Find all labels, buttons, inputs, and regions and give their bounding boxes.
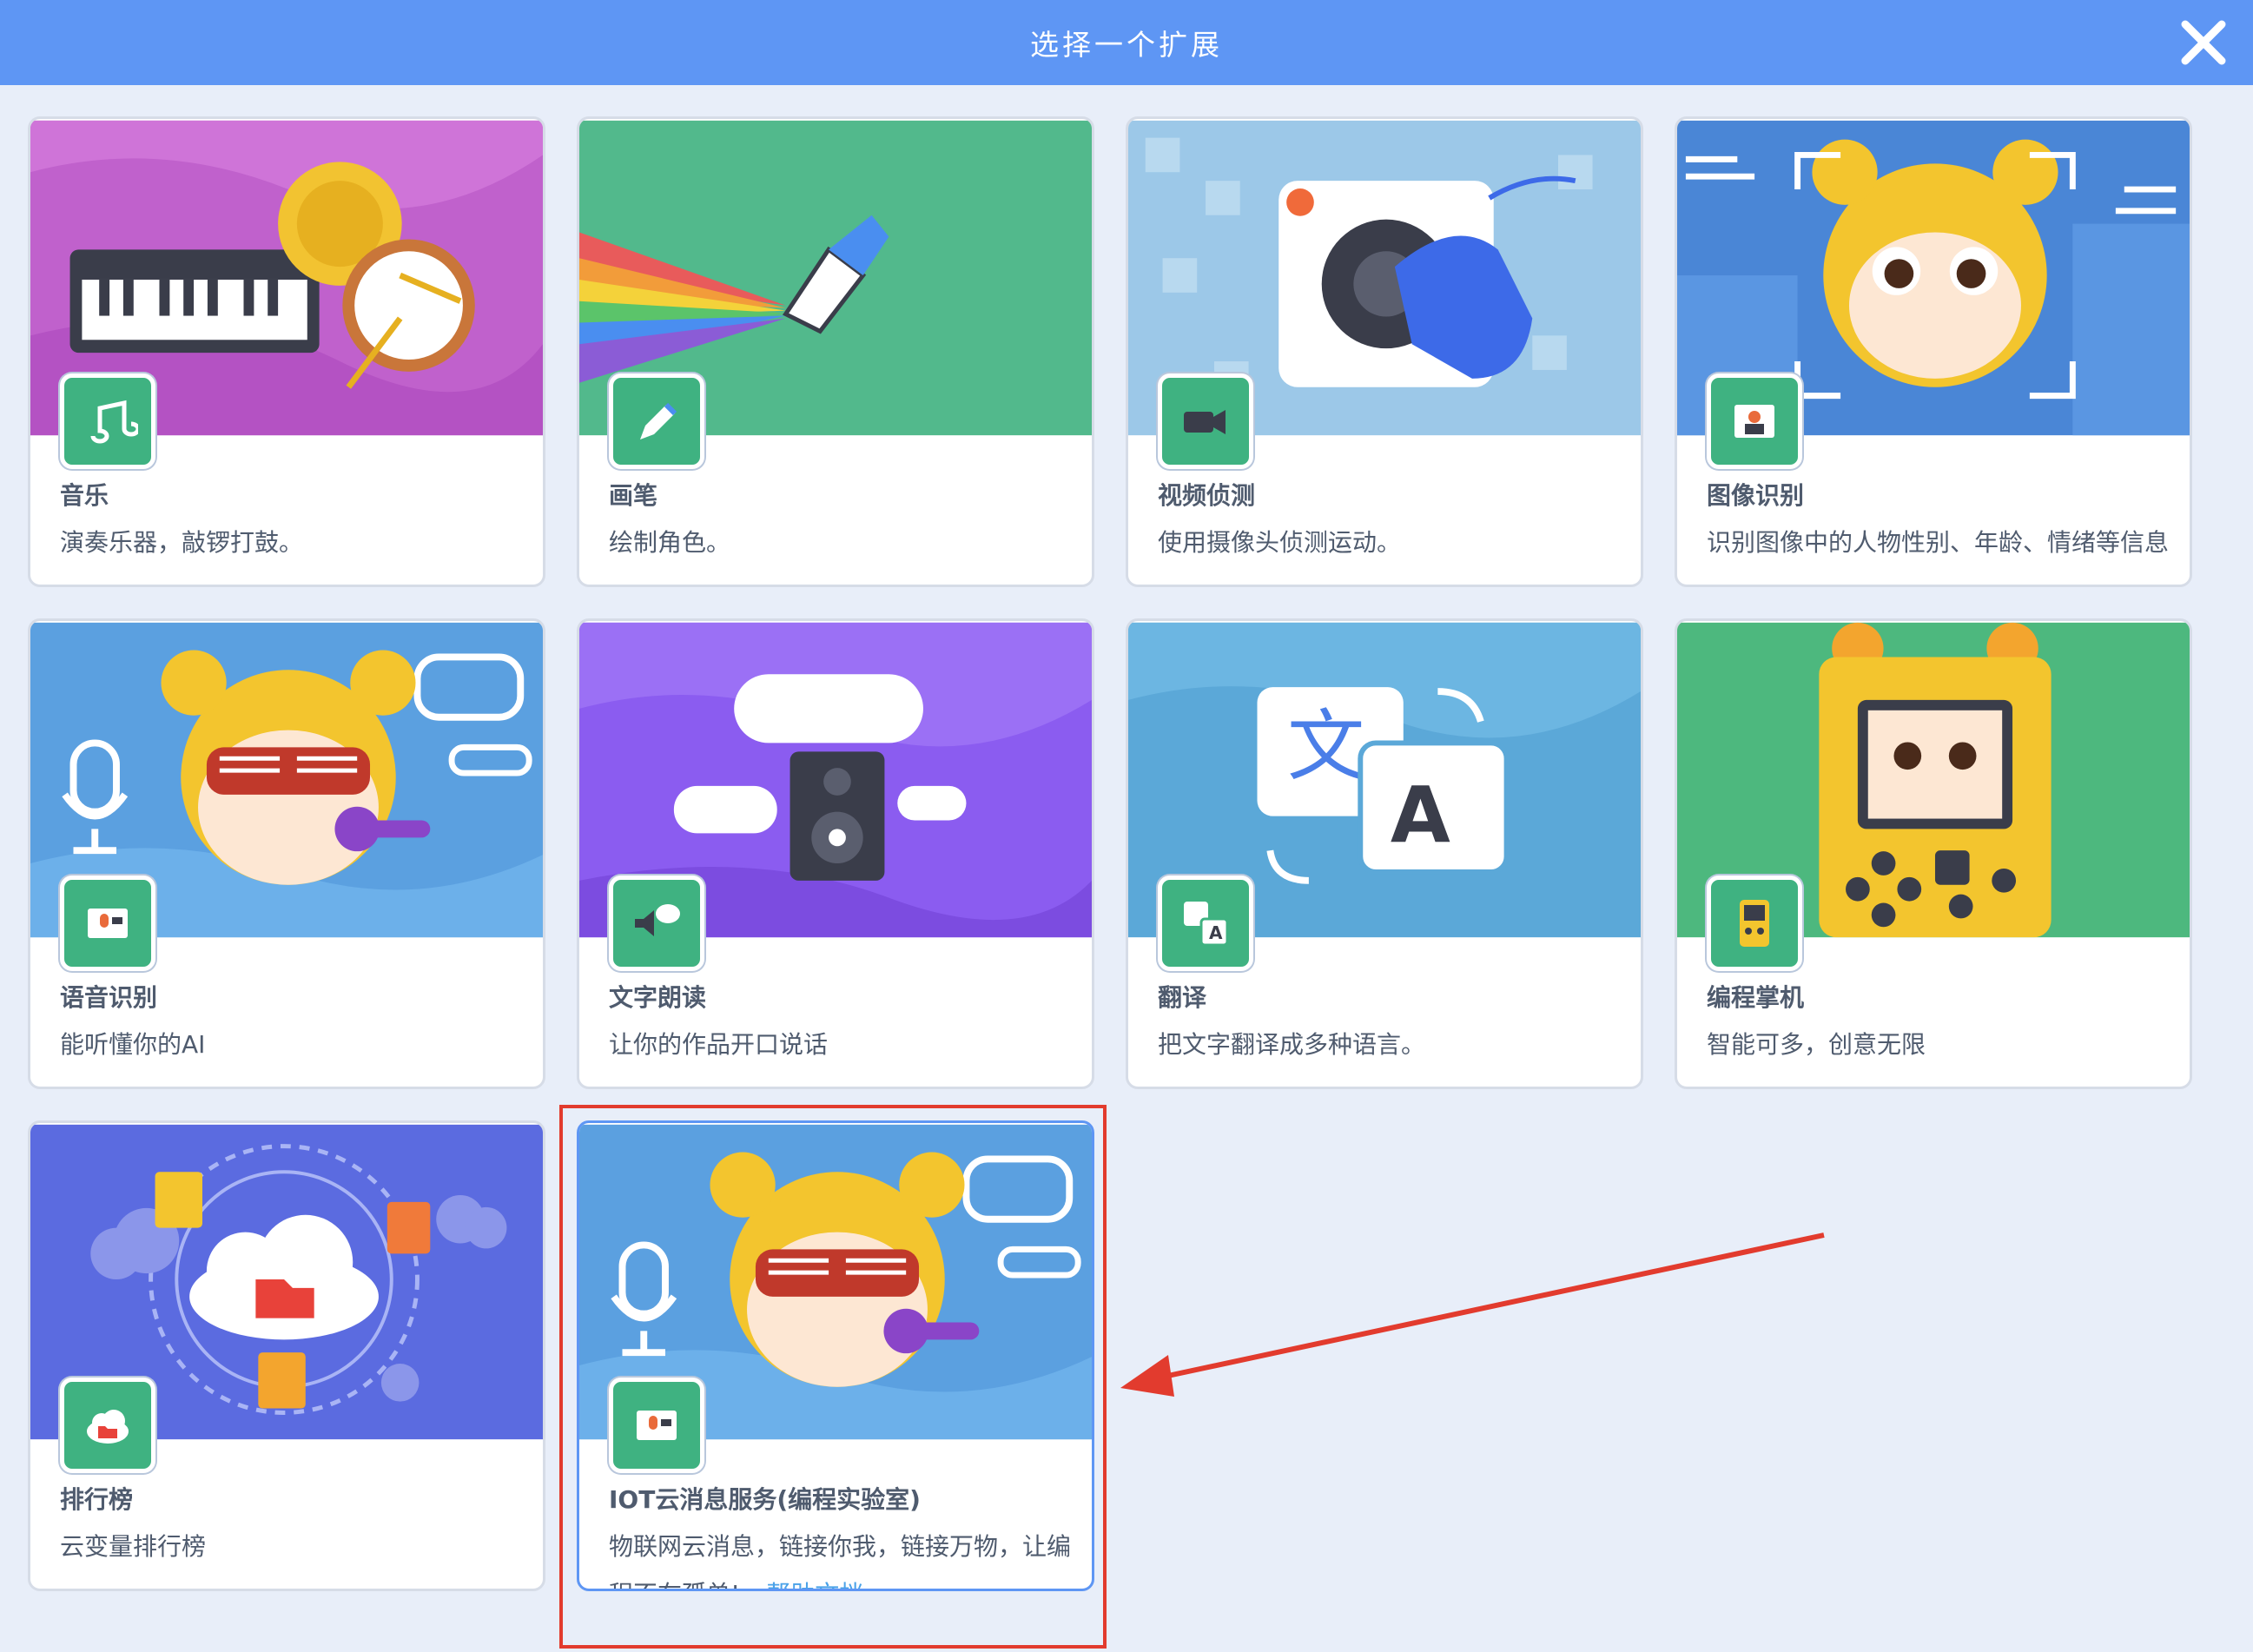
extension-card-text-to-speech[interactable]: 文字朗读 让你的作品开口说话 — [577, 618, 1094, 1089]
modal-header: 选择一个扩展 — [0, 0, 2253, 85]
card-description: 识别图像中的人物性别、年龄、情绪等信息 — [1707, 528, 2170, 557]
cloud-folder-icon — [60, 1378, 155, 1473]
card-title: 文字朗读 — [609, 983, 707, 1012]
highlight-annotation-box — [559, 1105, 1107, 1649]
extension-card-translate[interactable]: 文 A A 翻译 把文字翻译成多种语言。 — [1126, 618, 1643, 1089]
extension-card-video-sensing[interactable]: 视频侦测 使用摄像头侦测运动。 — [1126, 116, 1643, 587]
card-title: 翻译 — [1158, 983, 1207, 1012]
card-title: 排行榜 — [60, 1485, 134, 1514]
card-description: 能听懂你的AI — [60, 1030, 206, 1059]
card-title: 图像识别 — [1707, 481, 1805, 510]
card-title: 视频侦测 — [1158, 481, 1256, 510]
handheld-console-icon — [1707, 876, 1802, 971]
svg-text:A: A — [1391, 770, 1450, 861]
translate-icon: A — [1158, 876, 1253, 971]
card-title: 语音识别 — [60, 983, 158, 1012]
extension-card-music[interactable]: 音乐 演奏乐器，敲锣打鼓。 — [28, 116, 545, 587]
card-description: 绘制角色。 — [609, 528, 731, 557]
svg-text:文: 文 — [1287, 702, 1364, 792]
extension-card-image-recognition[interactable]: 图像识别 识别图像中的人物性别、年龄、情绪等信息 — [1675, 116, 2192, 587]
speaker-bubble-icon — [609, 876, 704, 971]
modal-title: 选择一个扩展 — [1030, 28, 1223, 62]
card-title: 音乐 — [60, 481, 109, 510]
extension-card-pen[interactable]: 画笔 绘制角色。 — [577, 116, 1094, 587]
voice-recognition-icon — [60, 876, 155, 971]
extension-card-handheld-console[interactable]: 编程掌机 智能可多，创意无限 — [1675, 618, 2192, 1089]
card-description: 使用摄像头侦测运动。 — [1158, 528, 1402, 557]
music-notes-icon — [60, 373, 155, 469]
extension-card-leaderboard[interactable]: 排行榜 云变量排行榜 — [28, 1120, 545, 1591]
image-recognition-icon — [1707, 373, 1802, 469]
card-description: 让你的作品开口说话 — [609, 1030, 829, 1059]
pen-icon — [609, 373, 704, 469]
video-camera-icon — [1158, 373, 1253, 469]
card-description: 智能可多，创意无限 — [1707, 1030, 1926, 1059]
card-description: 把文字翻译成多种语言。 — [1158, 1030, 1426, 1059]
close-icon — [2181, 20, 2226, 65]
card-description: 演奏乐器，敲锣打鼓。 — [60, 528, 304, 557]
card-title: 画笔 — [609, 481, 658, 510]
svg-text:A: A — [1209, 922, 1223, 943]
card-title: 编程掌机 — [1707, 983, 1805, 1012]
card-description: 云变量排行榜 — [60, 1532, 207, 1561]
extension-card-voice-recognition[interactable]: 语音识别 能听懂你的AI — [28, 618, 545, 1089]
close-button[interactable] — [2173, 12, 2234, 73]
